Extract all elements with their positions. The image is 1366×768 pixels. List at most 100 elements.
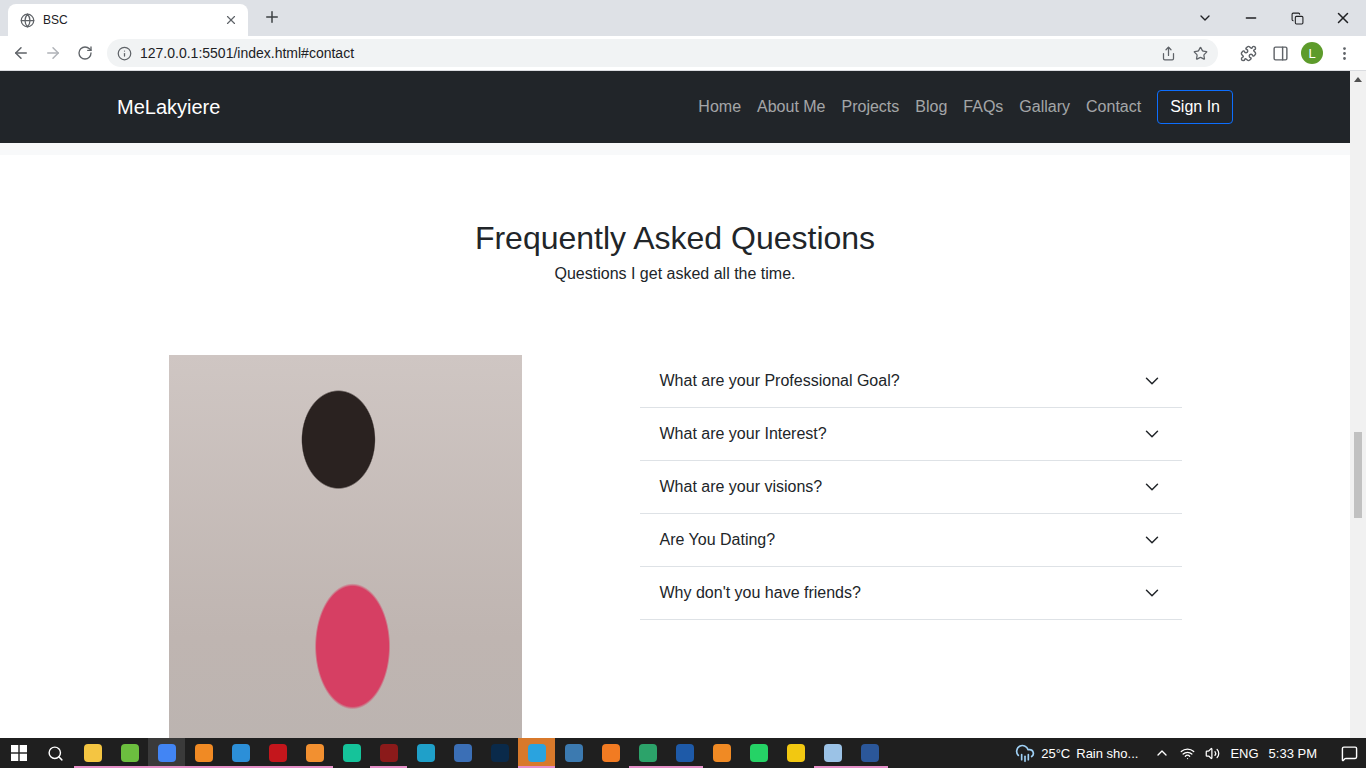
speaker-icon[interactable] [1205,746,1220,761]
taskbar-app[interactable] [666,738,703,768]
taskbar-app[interactable] [222,738,259,768]
window-controls [1182,0,1366,36]
nav-link[interactable]: Projects [834,90,908,124]
taskbar-app[interactable] [296,738,333,768]
section-divider [0,143,1350,155]
info-icon [117,46,132,61]
rain-cloud-icon [1015,743,1035,763]
close-window-button[interactable] [1320,0,1366,36]
app-icon [269,744,287,762]
weather-widget[interactable]: 25°CRain sho... [1015,743,1138,763]
menu-button[interactable] [1330,39,1358,67]
app-icon [713,744,731,762]
nav-link[interactable]: Blog [907,90,955,124]
weather-temperature: 25°C [1041,746,1070,761]
app-icon [417,744,435,762]
bookmark-button[interactable] [1188,41,1212,65]
chevron-down-icon [1141,423,1163,445]
taskbar-app[interactable] [592,738,629,768]
taskbar-app[interactable] [444,738,481,768]
reload-button[interactable] [71,39,99,67]
nav-link[interactable]: Home [690,90,749,124]
minimize-button[interactable] [1228,0,1274,36]
tab-close-button[interactable] [222,11,240,29]
minimize-icon [1243,10,1259,26]
accordion-question: Are You Dating? [660,531,1141,549]
nav-links: HomeAbout MeProjectsBlogFAQsGallaryConta… [690,90,1233,124]
clock[interactable]: 5:33 PM [1269,746,1317,761]
chevron-down-icon [1141,370,1163,392]
taskbar-app[interactable] [851,738,888,768]
sign-in-button[interactable]: Sign In [1157,90,1233,124]
system-tray: 25°CRain sho... ENG 5:33 PM [1015,738,1366,768]
side-panel-button[interactable] [1266,39,1294,67]
taskbar-app[interactable] [259,738,296,768]
taskbar-app[interactable] [370,738,407,768]
address-toolbar: 127.0.0.1:5501/index.html#contact L [0,36,1366,71]
taskbar-app[interactable] [481,738,518,768]
accordion-item[interactable]: What are your Professional Goal? [640,355,1182,408]
puzzle-icon [1240,45,1257,62]
notification-icon[interactable] [1341,745,1358,762]
restore-button[interactable] [1274,0,1320,36]
nav-link[interactable]: Contact [1078,90,1149,124]
triangle-up-icon [1354,77,1362,82]
chevron-up-icon[interactable] [1154,745,1170,761]
taskbar-app[interactable] [74,738,111,768]
arrow-right-icon [44,44,62,62]
nav-link[interactable]: FAQs [955,90,1011,124]
taskbar-app[interactable] [333,738,370,768]
scroll-up-button[interactable] [1354,71,1362,87]
wifi-icon[interactable] [1180,746,1195,761]
taskbar-app[interactable] [777,738,814,768]
back-button[interactable] [7,39,35,67]
app-icon [232,744,250,762]
app-icon [750,744,768,762]
app-icon [306,744,324,762]
taskbar-app[interactable] [703,738,740,768]
language-indicator[interactable]: ENG [1230,746,1258,761]
tab-search-button[interactable] [1182,0,1228,36]
extensions-button[interactable] [1234,39,1262,67]
nav-link[interactable]: About Me [749,90,833,124]
taskbar-app[interactable] [814,738,851,768]
taskbar-app[interactable] [555,738,592,768]
chevron-down-icon [1141,476,1163,498]
taskbar-app[interactable] [740,738,777,768]
chevron-down-icon [1197,10,1213,26]
scrollbar[interactable] [1350,71,1366,738]
menu-dots-icon [1336,45,1353,62]
app-icon [195,744,213,762]
accordion-item[interactable]: Are You Dating? [640,514,1182,567]
start-button[interactable] [0,738,37,768]
new-tab-button[interactable] [258,3,286,31]
tab-title: BSC [43,13,214,27]
chevron-down-icon [1141,582,1163,604]
app-icon [602,744,620,762]
accordion-item[interactable]: Why don't you have friends? [640,567,1182,620]
profile-avatar[interactable]: L [1301,42,1323,64]
taskbar-app[interactable] [185,738,222,768]
star-icon [1193,46,1208,61]
search-icon [47,745,64,762]
taskbar-app[interactable] [111,738,148,768]
browser-tab[interactable]: BSC [8,4,248,36]
chevron-down-icon [1141,529,1163,551]
faq-accordion: What are your Professional Goal? What are… [640,355,1182,620]
accordion-question: What are your Interest? [660,425,1141,443]
taskbar-app[interactable] [629,738,666,768]
scroll-thumb[interactable] [1354,432,1362,518]
taskbar-app[interactable] [407,738,444,768]
search-button[interactable] [37,738,74,768]
taskbar-app[interactable] [518,738,555,768]
nav-link[interactable]: Gallary [1011,90,1078,124]
taskbar-app[interactable] [148,738,185,768]
reload-icon [77,45,93,61]
web-page: MeLakyiere HomeAbout MeProjectsBlogFAQsGa… [0,71,1350,738]
forward-button[interactable] [39,39,67,67]
address-field[interactable]: 127.0.0.1:5501/index.html#contact [107,39,1218,67]
navbar-brand[interactable]: MeLakyiere [117,96,220,119]
share-button[interactable] [1156,41,1180,65]
accordion-item[interactable]: What are your Interest? [640,408,1182,461]
accordion-item[interactable]: What are your visions? [640,461,1182,514]
